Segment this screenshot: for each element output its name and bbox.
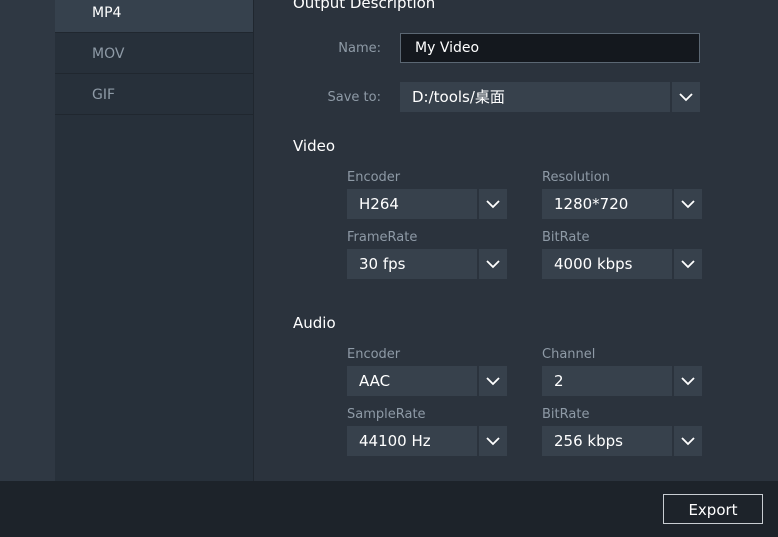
video-encoder-value: H264 [347,189,477,219]
audio-bitrate-value: 256 kbps [542,426,672,456]
settings-panel: Output Description Name: My Video Save t… [254,0,778,481]
audio-section-title: Audio [293,314,336,332]
name-input[interactable]: My Video [400,33,700,63]
format-item-label: MOV [92,46,125,62]
format-item-mp4[interactable]: MP4 [55,0,253,33]
format-item-gif[interactable]: GIF [55,75,253,115]
footer-bar [0,481,778,537]
chevron-down-icon[interactable] [479,366,507,396]
audio-encoder-label: Encoder [347,347,401,362]
video-encoder-label: Encoder [347,170,401,185]
format-item-label: GIF [92,87,116,103]
chevron-down-icon[interactable] [672,82,700,112]
channel-value: 2 [542,366,672,396]
video-bitrate-label: BitRate [542,230,590,245]
format-item-mov[interactable]: MOV [55,34,253,74]
framerate-value: 30 fps [347,249,477,279]
resolution-label: Resolution [542,170,610,185]
video-section-title: Video [293,137,336,155]
chevron-down-icon[interactable] [674,189,702,219]
chevron-down-icon[interactable] [479,426,507,456]
video-bitrate-select[interactable]: 4000 kbps [542,249,702,279]
chevron-down-icon[interactable] [479,189,507,219]
video-bitrate-value: 4000 kbps [542,249,672,279]
save-to-label: Save to: [327,90,381,105]
channel-label: Channel [542,347,596,362]
samplerate-value: 44100 Hz [347,426,477,456]
resolution-value: 1280*720 [542,189,672,219]
format-item-label: MP4 [92,5,122,21]
chevron-down-icon[interactable] [674,366,702,396]
save-to-value: D:/tools/桌面 [400,82,670,112]
chevron-down-icon[interactable] [674,426,702,456]
chevron-down-icon[interactable] [674,249,702,279]
framerate-label: FrameRate [347,230,418,245]
save-to-select[interactable]: D:/tools/桌面 [400,82,700,112]
samplerate-select[interactable]: 44100 Hz [347,426,507,456]
chevron-down-icon[interactable] [479,249,507,279]
audio-encoder-value: AAC [347,366,477,396]
audio-bitrate-select[interactable]: 256 kbps [542,426,702,456]
format-list: MP4 MOV GIF [55,0,254,481]
export-button[interactable]: Export [663,494,763,524]
framerate-select[interactable]: 30 fps [347,249,507,279]
output-section-title: Output Description [293,0,436,12]
audio-bitrate-label: BitRate [542,407,590,422]
name-label: Name: [338,41,381,56]
left-rail [0,0,55,481]
resolution-select[interactable]: 1280*720 [542,189,702,219]
samplerate-label: SampleRate [347,407,426,422]
channel-select[interactable]: 2 [542,366,702,396]
audio-encoder-select[interactable]: AAC [347,366,507,396]
video-encoder-select[interactable]: H264 [347,189,507,219]
